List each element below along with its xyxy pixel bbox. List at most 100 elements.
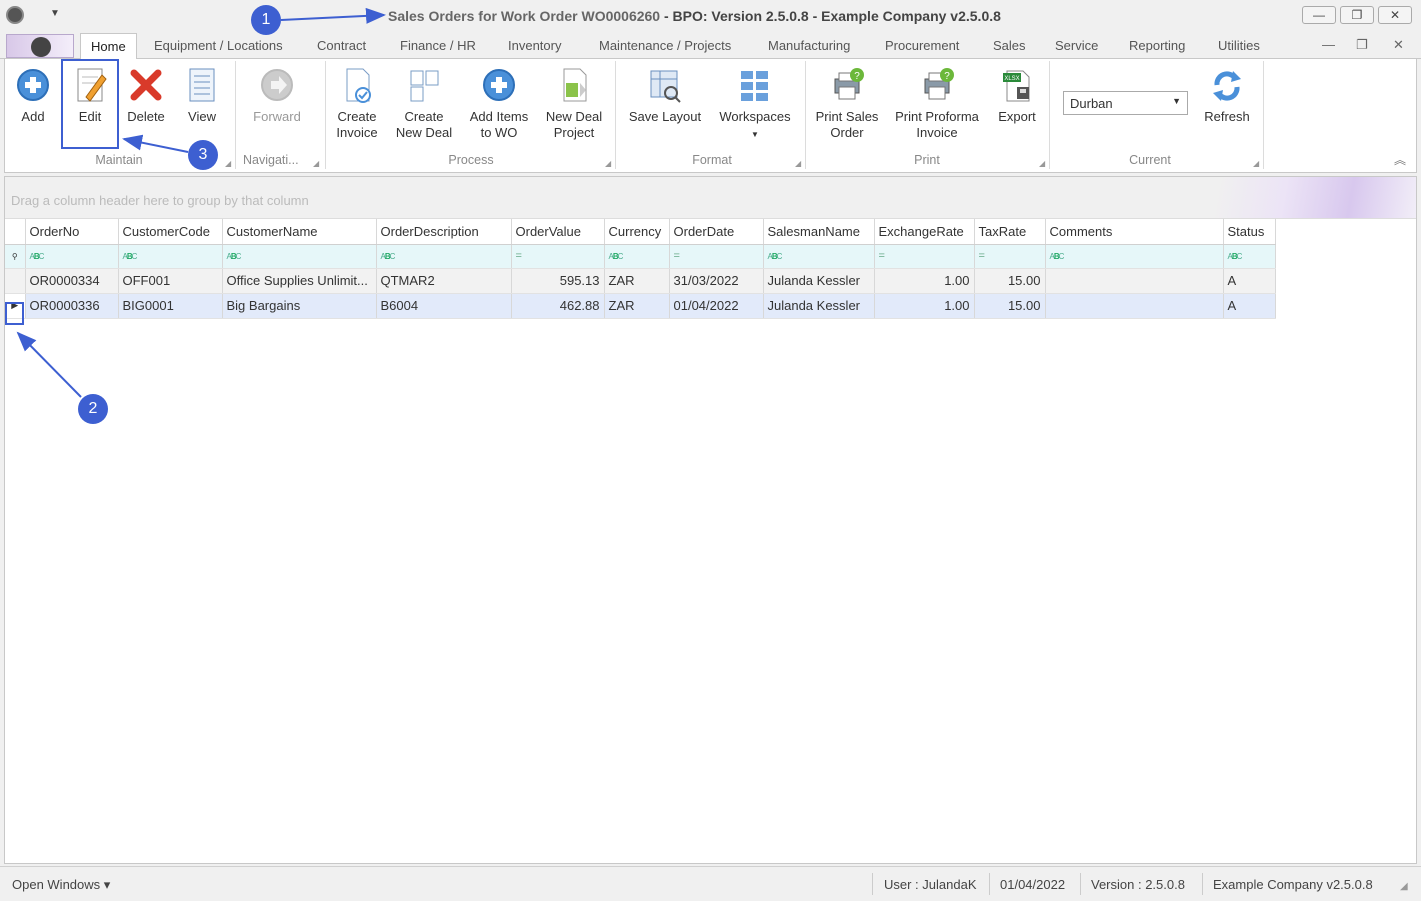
format-launcher-icon[interactable]: ◢ [795, 159, 801, 168]
open-windows-button[interactable]: Open Windows ▾ [12, 877, 110, 893]
save-layout-button[interactable]: Save Layout [625, 65, 705, 125]
tab-home[interactable]: Home [80, 33, 137, 60]
tab-inventory[interactable]: Inventory [508, 38, 561, 53]
filter-cell-customername[interactable]: ABC [222, 244, 377, 269]
filter-cell-currency[interactable]: ABC [604, 244, 670, 269]
group-by-panel[interactable]: Drag a column header here to group by th… [5, 177, 1416, 219]
workspaces-button[interactable]: Workspaces ▼ [715, 65, 795, 143]
cell-status[interactable]: A [1223, 293, 1276, 319]
delete-button[interactable]: Delete [123, 65, 169, 125]
app-logo-icon[interactable] [6, 6, 24, 24]
table-row-selected[interactable]: ▶ OR0000336 BIG0001 Big Bargains B6004 4… [5, 293, 1276, 319]
filter-cell-orderdate[interactable]: = [669, 244, 764, 269]
filter-cell-exchangerate[interactable]: = [874, 244, 975, 269]
cell-customername[interactable]: Big Bargains [222, 293, 377, 319]
filter-cell-comments[interactable]: ABC [1045, 244, 1224, 269]
minimize-button[interactable]: — [1302, 6, 1336, 24]
cell-salesmanname[interactable]: Julanda Kessler [763, 293, 875, 319]
create-invoice-label-1: Create [337, 109, 377, 124]
forward-button[interactable]: Forward [249, 65, 305, 125]
column-header-orderdescription[interactable]: OrderDescription [376, 219, 512, 245]
maintain-launcher-icon[interactable]: ◢ [225, 159, 231, 168]
cell-taxrate[interactable]: 15.00 [974, 293, 1046, 319]
cell-comments[interactable] [1045, 268, 1224, 294]
create-invoice-button[interactable]: Create Invoice [333, 65, 381, 141]
tab-reporting[interactable]: Reporting [1129, 38, 1185, 53]
table-row[interactable]: OR0000334 OFF001 Office Supplies Unlimit… [5, 268, 1276, 294]
cell-ordervalue[interactable]: 595.13 [511, 268, 605, 294]
cell-orderdate[interactable]: 01/04/2022 [669, 293, 764, 319]
cell-comments[interactable] [1045, 293, 1224, 319]
mdi-minimize-icon[interactable]: — [1322, 37, 1335, 52]
quick-access-dropdown-icon[interactable]: ▼ [50, 8, 60, 19]
filter-cell-taxrate[interactable]: = [974, 244, 1046, 269]
column-header-orderdate[interactable]: OrderDate [669, 219, 764, 245]
print-sales-order-button[interactable]: ? Print Sales Order [813, 65, 881, 141]
tab-sales[interactable]: Sales [993, 38, 1026, 53]
maximize-button[interactable]: ❐ [1340, 6, 1374, 24]
column-header-ordervalue[interactable]: OrderValue [511, 219, 605, 245]
mdi-close-icon[interactable]: ✕ [1393, 37, 1404, 53]
tab-equipment-locations[interactable]: Equipment / Locations [154, 38, 283, 53]
cell-customername[interactable]: Office Supplies Unlimit... [222, 268, 377, 294]
refresh-button[interactable]: Refresh [1199, 65, 1255, 125]
filter-cell-customercode[interactable]: ABC [118, 244, 223, 269]
status-date: 01/04/2022 [1000, 877, 1066, 892]
column-header-customername[interactable]: CustomerName [222, 219, 377, 245]
filter-cell-status[interactable]: ABC [1223, 244, 1276, 269]
tab-finance-hr[interactable]: Finance / HR [400, 38, 476, 53]
tab-service[interactable]: Service [1055, 38, 1098, 53]
print-proforma-invoice-button[interactable]: ? Print Proforma Invoice [891, 65, 983, 141]
resize-grip-icon[interactable]: ◢ [1400, 881, 1408, 892]
view-button[interactable]: View [181, 65, 223, 125]
column-header-orderno[interactable]: OrderNo [25, 219, 119, 245]
cell-orderno[interactable]: OR0000334 [25, 268, 119, 294]
export-button[interactable]: XLSX Export [993, 65, 1041, 125]
column-header-customercode[interactable]: CustomerCode [118, 219, 223, 245]
print-launcher-icon[interactable]: ◢ [1039, 159, 1045, 168]
cell-status[interactable]: A [1223, 268, 1276, 294]
tab-maintenance-projects[interactable]: Maintenance / Projects [599, 38, 731, 53]
cell-taxrate[interactable]: 15.00 [974, 268, 1046, 294]
filter-cell-orderno[interactable]: ABC [25, 244, 119, 269]
close-button[interactable]: ✕ [1378, 6, 1412, 24]
column-header-salesmanname[interactable]: SalesmanName [763, 219, 875, 245]
site-combo[interactable]: Durban ▼ [1063, 91, 1188, 115]
column-header-taxrate[interactable]: TaxRate [974, 219, 1046, 245]
ribbon-collapse-icon[interactable]: ︽ [1394, 151, 1406, 168]
cell-exchangerate[interactable]: 1.00 [874, 268, 975, 294]
add-button[interactable]: Add [13, 65, 53, 125]
create-new-deal-button[interactable]: Create New Deal [393, 65, 455, 141]
navigation-launcher-icon[interactable]: ◢ [313, 159, 319, 168]
row-indicator[interactable] [5, 268, 26, 294]
application-menu-button[interactable] [6, 34, 74, 58]
column-header-currency[interactable]: Currency [604, 219, 670, 245]
add-items-to-wo-button[interactable]: Add Items to WO [467, 65, 531, 141]
cell-orderno[interactable]: OR0000336 [25, 293, 119, 319]
cell-currency[interactable]: ZAR [604, 268, 670, 294]
tab-procurement[interactable]: Procurement [885, 38, 959, 53]
filter-cell-ordervalue[interactable]: = [511, 244, 605, 269]
current-launcher-icon[interactable]: ◢ [1253, 159, 1259, 168]
column-header-status[interactable]: Status [1223, 219, 1276, 245]
cell-customercode[interactable]: OFF001 [118, 268, 223, 294]
new-deal-project-button[interactable]: New Deal Project [543, 65, 605, 141]
cell-orderdescription[interactable]: QTMAR2 [376, 268, 512, 294]
column-header-exchangerate[interactable]: ExchangeRate [874, 219, 975, 245]
tab-utilities[interactable]: Utilities [1218, 38, 1260, 53]
current-group-label: Current [1129, 153, 1171, 167]
tab-manufacturing[interactable]: Manufacturing [768, 38, 850, 53]
cell-orderdate[interactable]: 31/03/2022 [669, 268, 764, 294]
column-header-comments[interactable]: Comments [1045, 219, 1224, 245]
filter-cell-salesmanname[interactable]: ABC [763, 244, 875, 269]
cell-ordervalue[interactable]: 462.88 [511, 293, 605, 319]
tab-contract[interactable]: Contract [317, 38, 366, 53]
process-launcher-icon[interactable]: ◢ [605, 159, 611, 168]
mdi-restore-icon[interactable]: ❐ [1356, 37, 1368, 53]
cell-exchangerate[interactable]: 1.00 [874, 293, 975, 319]
cell-salesmanname[interactable]: Julanda Kessler [763, 268, 875, 294]
cell-customercode[interactable]: BIG0001 [118, 293, 223, 319]
filter-cell-orderdescription[interactable]: ABC [376, 244, 512, 269]
cell-currency[interactable]: ZAR [604, 293, 670, 319]
cell-orderdescription[interactable]: B6004 [376, 293, 512, 319]
